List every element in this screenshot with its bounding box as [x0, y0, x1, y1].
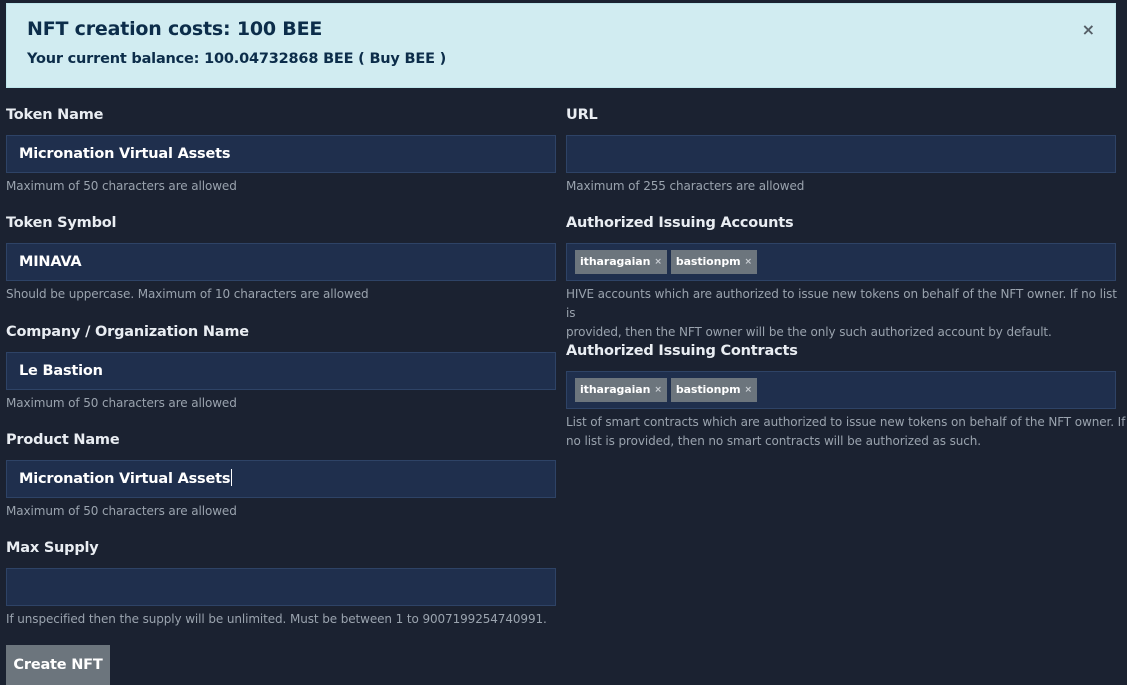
product-name-input[interactable]: Micronation Virtual Assets [6, 460, 556, 498]
account-tag: bastionpm × [670, 250, 757, 274]
token-name-label: Token Name [6, 107, 104, 123]
text-caret [231, 469, 233, 486]
account-tag: itharagaian × [575, 250, 667, 274]
close-icon[interactable]: × [1082, 22, 1095, 38]
token-symbol-label: Token Symbol [6, 215, 117, 231]
token-name-input[interactable]: Micronation Virtual Assets [6, 135, 556, 173]
account-tag-label: bastionpm [675, 255, 741, 268]
company-name-input[interactable]: Le Bastion [6, 352, 556, 390]
token-symbol-value: MINAVA [19, 254, 82, 270]
remove-tag-icon[interactable]: × [745, 250, 753, 274]
max-supply-input[interactable] [6, 568, 556, 606]
token-symbol-input[interactable]: MINAVA [6, 243, 556, 281]
issuing-contracts-tag-input[interactable]: itharagaian × bastionpm × [566, 371, 1116, 409]
product-name-help: Maximum of 50 characters are allowed [6, 504, 237, 518]
product-name-value: Micronation Virtual Assets [19, 471, 231, 487]
url-input[interactable] [566, 135, 1116, 173]
issuing-accounts-help: HIVE accounts which are authorized to is… [566, 285, 1127, 342]
company-name-value: Le Bastion [19, 363, 103, 379]
issuing-accounts-label: Authorized Issuing Accounts [566, 215, 794, 231]
issuing-accounts-tag-input[interactable]: itharagaian × bastionpm × [566, 243, 1116, 281]
company-name-label: Company / Organization Name [6, 324, 249, 340]
remove-tag-icon[interactable]: × [654, 378, 662, 402]
issuing-contracts-help: List of smart contracts which are author… [566, 413, 1125, 451]
token-name-value: Micronation Virtual Assets [19, 146, 231, 162]
alert-title: NFT creation costs: 100 BEE [27, 18, 323, 40]
remove-tag-icon[interactable]: × [654, 250, 662, 274]
issuing-contracts-help-line1: List of smart contracts which are author… [566, 415, 1126, 429]
issuing-contracts-label: Authorized Issuing Contracts [566, 343, 798, 359]
token-name-help: Maximum of 50 characters are allowed [6, 179, 237, 193]
issuing-accounts-help-line1: HIVE accounts which are authorized to is… [566, 287, 1117, 320]
max-supply-help: If unspecified then the supply will be u… [6, 612, 547, 626]
contract-tag-label: bastionpm [675, 383, 741, 396]
contract-tag: bastionpm × [670, 378, 757, 402]
remove-tag-icon[interactable]: × [745, 378, 753, 402]
cost-alert: NFT creation costs: 100 BEE Your current… [6, 3, 1116, 88]
create-nft-button[interactable]: Create NFT [6, 645, 110, 685]
contract-tag: itharagaian × [575, 378, 667, 402]
contract-tag-label: itharagaian [580, 383, 651, 396]
token-symbol-help: Should be uppercase. Maximum of 10 chara… [6, 287, 369, 301]
balance-text: Your current balance: 100.04732868 BEE (… [27, 51, 447, 67]
max-supply-label: Max Supply [6, 540, 99, 556]
issuing-contracts-help-line2: no list is provided, then no smart contr… [566, 434, 981, 448]
url-label: URL [566, 107, 598, 123]
company-name-help: Maximum of 50 characters are allowed [6, 396, 237, 410]
url-help: Maximum of 255 characters are allowed [566, 179, 805, 193]
product-name-label: Product Name [6, 432, 120, 448]
account-tag-label: itharagaian [580, 255, 651, 268]
issuing-accounts-help-line2: provided, then the NFT owner will be the… [566, 325, 1052, 339]
